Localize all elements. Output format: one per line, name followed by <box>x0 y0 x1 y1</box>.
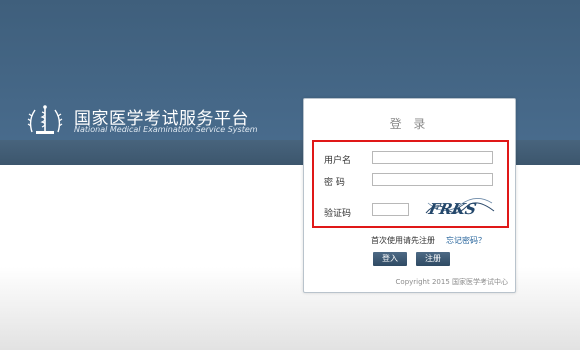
password-input[interactable] <box>372 173 493 186</box>
forgot-password-link[interactable]: 忘记密码？ <box>446 235 486 246</box>
medical-emblem-icon <box>27 105 63 134</box>
captcha-image[interactable]: FRKS <box>424 195 496 221</box>
site-subtitle: National Medical Examination Service Sys… <box>74 125 258 134</box>
login-button[interactable]: 登入 <box>373 252 407 266</box>
captcha-text: FRKS <box>426 200 478 218</box>
login-title: 登 录 <box>389 117 430 131</box>
copyright-text: Copyright 2015 国家医学考试中心 <box>395 278 508 286</box>
register-hint: 首次使用请先注册 <box>371 236 435 245</box>
captcha-label: 验证码 <box>324 209 352 219</box>
register-button[interactable]: 注册 <box>416 252 450 266</box>
username-label: 用户名 <box>324 156 352 166</box>
password-label: 密 码 <box>324 178 345 188</box>
username-input[interactable] <box>372 151 493 164</box>
captcha-input[interactable] <box>372 203 409 216</box>
login-panel: 登 录 用户名 密 码 验证码 FRKS 首次使用请先注册 忘记密码？ 登入 注… <box>303 98 516 293</box>
